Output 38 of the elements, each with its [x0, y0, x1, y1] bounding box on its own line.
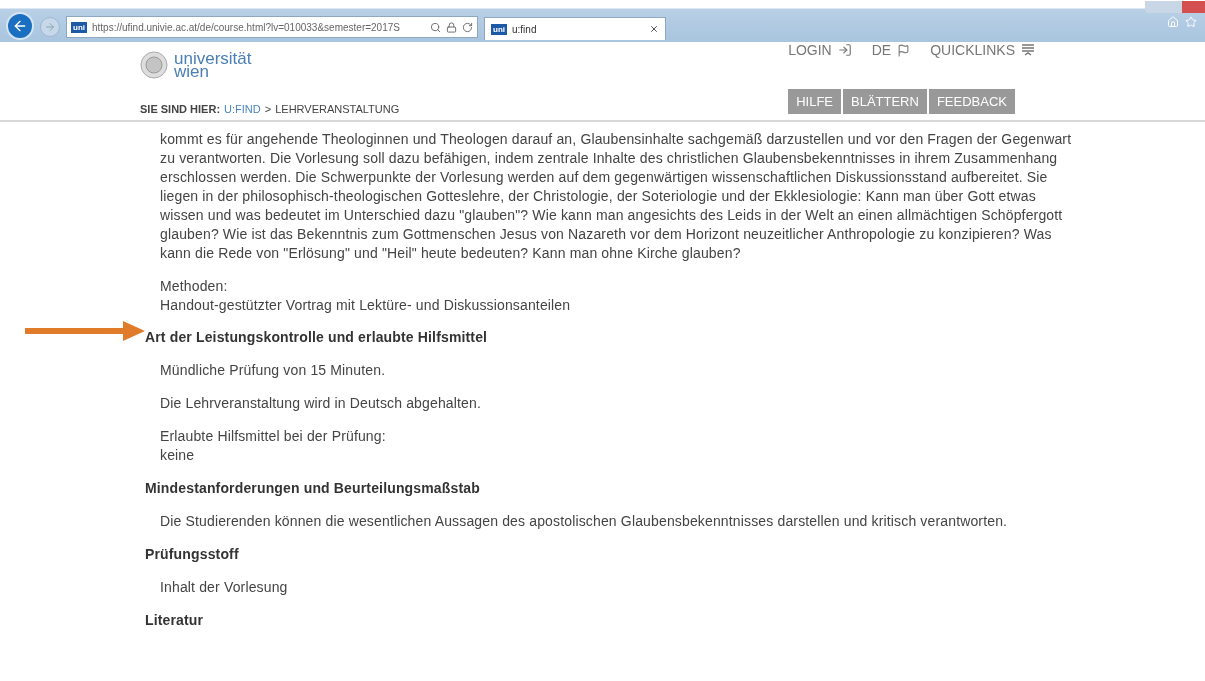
back-button[interactable] — [6, 12, 34, 40]
section-paragraph: Die Studierenden können die wesentlichen Aussagen des apostolischen Glaubensbekenntnisses darstellen und kritisch verantworten. — [160, 512, 1009, 531]
nav-link[interactable]: LOGIN — [788, 42, 852, 58]
section-heading: Art der Leistungskontrolle und erlaubte Hilfsmittel — [145, 328, 489, 347]
header-button[interactable]: FEEDBACK — [928, 89, 1015, 114]
menu-icon — [1021, 43, 1035, 57]
flag-icon — [897, 43, 911, 57]
refresh-icon[interactable] — [462, 21, 473, 33]
header-button[interactable]: BLÄTTERN — [843, 89, 927, 114]
login-icon — [837, 43, 852, 57]
close-icon[interactable] — [649, 24, 659, 34]
section-paragraph: Die Lehrveranstaltung wird in Deutsch abgehalten. — [160, 394, 482, 413]
section-heading: Prüfungsstoff — [145, 545, 240, 564]
breadcrumb-link[interactable]: U:FIND — [224, 103, 261, 115]
search-icon[interactable] — [430, 21, 441, 33]
site-badge: uni — [71, 21, 87, 33]
logo-text: universität wien — [174, 52, 252, 78]
star-icon[interactable] — [1185, 16, 1197, 28]
section-heading: Literatur — [145, 611, 205, 630]
header-button[interactable]: HILFE — [788, 89, 841, 114]
window-controls[interactable] — [1145, 1, 1205, 13]
lock-icon — [446, 21, 457, 33]
section-paragraph: Inhalt der Vorlesung — [160, 578, 289, 597]
site-badge: uni — [491, 23, 507, 35]
forward-arrow-icon — [44, 21, 56, 33]
breadcrumb-separator: > — [264, 103, 272, 115]
description-paragraph: kommt es für angehende Theologinnen und Theologen darauf an, Glaubensinhalte sachgemäß darzustellen und vor den Fragen der Gegenwart zu verantworten. Die Vorlesung soll dazu befähigen, indem zentrale Inhalte des christlichen Glaubensbekenntnisses in ihrem Zusammenhang erschlossen werden. Die Schwerpunkte der Vorlesung werden auf dem gegenwärtigen wissenschaftlichen Diskussionsstand aufbereitet. Sie liegen in der philosophisch-theologischen Gotteslehre, der Christologie, der Soteriologie und der Ekklesiologie: Kann man über Gott etwas wissen und was bedeutet im Unterschied dazu "glauben"? Wie kann man angesichts des Leids in der Welt an einen allmächtigen Schöpfergott glauben? Wie ist das Bekenntnis zum Gottmenschen Jesus von Nazareth vor dem Horizont neuzeitlicher Anthropologie zu konzipieren? Was kann die Rede von "Erlösung" und "Heil" heute bedeuten? Kann man ohne Kirche glauben? — [160, 130, 1073, 263]
address-bar[interactable]: uni https://ufind.univie.ac.at/de/course.html?lv=010033&semester=2017S — [66, 16, 478, 38]
methods-paragraph: Methoden: Handout-gestützter Vortrag mit Lektüre- und Diskussionsanteilen — [160, 277, 572, 315]
section-paragraph: Mündliche Prüfung von 15 Minuten. — [160, 361, 387, 380]
seal-icon — [140, 51, 168, 79]
nav-link[interactable]: QUICKLINKS — [930, 42, 1035, 58]
nav-link[interactable]: DE — [871, 42, 911, 58]
breadcrumb-label: SIE SIND HIER: — [140, 103, 221, 115]
browser-tab[interactable]: uni u:find — [484, 17, 666, 40]
breadcrumb-current: LEHRVERANSTALTUNG — [275, 103, 400, 115]
section-paragraph: Erlaubte Hilfsmittel bei der Prüfung: keine — [160, 427, 387, 465]
section-heading: Mindestanforderungen und Beurteilungsmaßstab — [145, 479, 481, 498]
